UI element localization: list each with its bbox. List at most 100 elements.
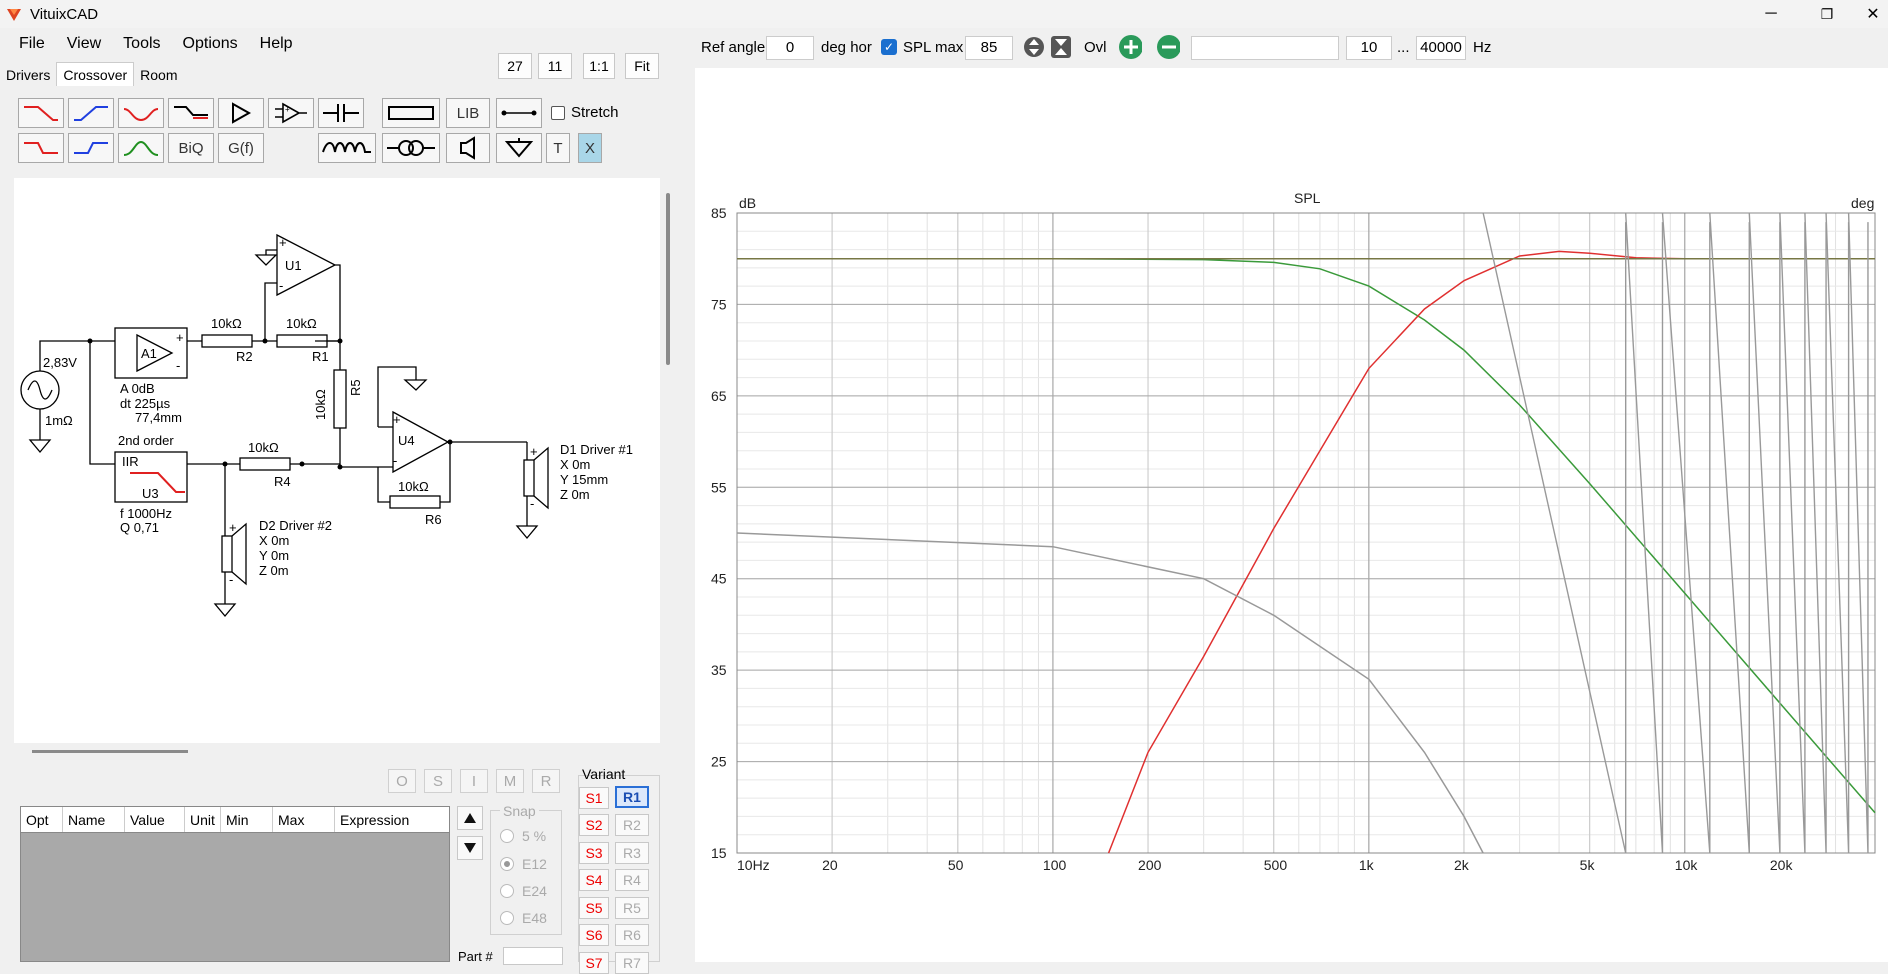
splitter-handle[interactable] xyxy=(32,750,188,753)
save-variant-s4[interactable]: S4 xyxy=(579,869,609,891)
ref-angle-input[interactable]: 0 xyxy=(766,36,814,60)
spl-max-checkbox[interactable]: ✓ xyxy=(881,39,897,55)
recall-variant-r2[interactable]: R2 xyxy=(615,814,649,836)
zoom-11-button[interactable]: 11 xyxy=(538,53,572,79)
buffer-button[interactable] xyxy=(218,98,264,128)
save-variant-s3[interactable]: S3 xyxy=(579,842,609,864)
opamp-button[interactable]: + xyxy=(268,98,314,128)
highpass-step-button[interactable] xyxy=(68,133,114,163)
remove-overlay-button[interactable] xyxy=(1156,35,1180,59)
r6-value-label: 10kΩ xyxy=(398,479,429,494)
menu-file[interactable]: File xyxy=(8,32,56,56)
snap-radio-e48[interactable] xyxy=(500,911,514,925)
phase-trace xyxy=(1825,212,1850,854)
tab-room[interactable]: Room xyxy=(134,64,183,86)
inductor-button[interactable] xyxy=(318,133,376,163)
move-up-button[interactable] xyxy=(457,806,483,830)
spl-max-input[interactable]: 85 xyxy=(965,36,1013,60)
resistor-button[interactable] xyxy=(382,98,440,128)
opt-i-button[interactable]: I xyxy=(460,769,488,793)
save-variant-s5[interactable]: S5 xyxy=(579,897,609,919)
capacitor-button[interactable] xyxy=(318,98,364,128)
minimize-button[interactable]: ─ xyxy=(1748,0,1794,28)
snap-radio-5pct[interactable] xyxy=(500,829,514,843)
triangle-up-icon xyxy=(464,813,476,823)
col-unit[interactable]: Unit xyxy=(185,807,221,832)
restore-button[interactable]: ❐ xyxy=(1804,0,1850,28)
snap-option-5pct[interactable]: 5 % xyxy=(500,828,546,844)
recall-variant-r3[interactable]: R3 xyxy=(615,842,649,864)
lowpass-icon xyxy=(24,106,58,121)
close-button[interactable]: ✕ xyxy=(1850,0,1888,28)
ground-button[interactable] xyxy=(496,133,542,163)
menu-options[interactable]: Options xyxy=(172,32,249,56)
zoom-fit-button[interactable]: Fit xyxy=(625,53,659,79)
menu-help[interactable]: Help xyxy=(249,32,304,56)
tab-crossover[interactable]: Crossover xyxy=(56,62,135,86)
snap-radio-e12[interactable] xyxy=(500,857,514,871)
highpass-blue-button[interactable] xyxy=(68,98,114,128)
delete-tool-button[interactable]: X xyxy=(578,133,602,163)
optimizer-table[interactable]: Opt Name Value Unit Min Max Expression xyxy=(20,806,450,962)
stretch-checkbox[interactable] xyxy=(551,105,565,120)
wire-button[interactable] xyxy=(496,98,542,128)
driver-button[interactable] xyxy=(446,133,490,163)
opt-r-button[interactable]: R xyxy=(532,769,560,793)
add-overlay-button[interactable] xyxy=(1118,35,1142,59)
opt-o-button[interactable]: O xyxy=(388,769,416,793)
snap-5pct-label: 5 % xyxy=(522,828,547,844)
wire-icon xyxy=(501,110,537,116)
part-number-input[interactable] xyxy=(503,947,563,965)
recall-variant-r1[interactable]: R1 xyxy=(615,786,649,808)
schematic-svg[interactable]: 2,83V 1mΩ A1 + - A 0dB dt 225µs 77,4mm 1… xyxy=(14,178,660,743)
snap-radio-e24[interactable] xyxy=(500,884,514,898)
recall-variant-r4[interactable]: R4 xyxy=(615,869,649,891)
spl-updown-button[interactable] xyxy=(1022,35,1046,59)
stretch-option[interactable]: Stretch xyxy=(551,104,619,121)
spl-chart-svg[interactable]: 10Hz 20 50 100 200 500 1k 2k 5k 10k 20k 85 75 65 55 45 3… xyxy=(695,180,1888,880)
freq-min-input[interactable]: 10 xyxy=(1346,36,1392,60)
biquad-button[interactable]: BiQ xyxy=(168,133,214,163)
schematic-canvas[interactable]: 2,83V 1mΩ A1 + - A 0dB dt 225µs 77,4mm 1… xyxy=(14,178,660,743)
opt-m-button[interactable]: M xyxy=(496,769,524,793)
menu-view[interactable]: View xyxy=(56,32,112,56)
snap-option-e48[interactable]: E48 xyxy=(500,910,547,926)
save-variant-s7[interactable]: S7 xyxy=(579,952,609,974)
spl-fit-button[interactable] xyxy=(1049,35,1073,59)
col-name[interactable]: Name xyxy=(63,807,125,832)
recall-variant-r6[interactable]: R6 xyxy=(615,924,649,946)
transfer-function-button[interactable]: G(f) xyxy=(218,133,264,163)
overlay-name-input[interactable] xyxy=(1191,36,1339,60)
shelf-button[interactable] xyxy=(168,98,214,128)
col-max[interactable]: Max xyxy=(273,807,335,832)
text-tool-button[interactable]: T xyxy=(546,133,570,163)
deg-hor-label: deg hor xyxy=(821,39,872,56)
col-expression[interactable]: Expression xyxy=(335,807,449,832)
bandpass-red-button[interactable] xyxy=(118,98,164,128)
move-down-button[interactable] xyxy=(457,836,483,860)
lowpass-red-button[interactable] xyxy=(18,98,64,128)
lowpass-step-button[interactable] xyxy=(18,133,64,163)
opt-s-button[interactable]: S xyxy=(424,769,452,793)
u3-q-label: Q 0,71 xyxy=(120,520,159,535)
zoom-27-button[interactable]: 27 xyxy=(498,53,532,79)
recall-variant-r5[interactable]: R5 xyxy=(615,897,649,919)
schematic-vertical-scrollbar[interactable] xyxy=(666,193,670,365)
freq-max-input[interactable]: 40000 xyxy=(1416,36,1466,60)
spl-chart[interactable]: 10Hz 20 50 100 200 500 1k 2k 5k 10k 20k 85 75 65 55 45 3… xyxy=(695,180,1888,880)
col-opt[interactable]: Opt xyxy=(21,807,63,832)
col-value[interactable]: Value xyxy=(125,807,185,832)
save-variant-s2[interactable]: S2 xyxy=(579,814,609,836)
library-button[interactable]: LIB xyxy=(446,98,490,128)
bandpass-green-button[interactable] xyxy=(118,133,164,163)
save-variant-s1[interactable]: S1 xyxy=(579,787,609,809)
col-min[interactable]: Min xyxy=(221,807,273,832)
snap-option-e24[interactable]: E24 xyxy=(500,883,547,899)
tab-drivers[interactable]: Drivers xyxy=(0,64,56,86)
recall-variant-r7[interactable]: R7 xyxy=(615,952,649,974)
menu-tools[interactable]: Tools xyxy=(112,32,171,56)
transformer-button[interactable] xyxy=(382,133,440,163)
snap-option-e12[interactable]: E12 xyxy=(500,856,547,872)
zoom-1to1-button[interactable]: 1:1 xyxy=(583,53,615,79)
save-variant-s6[interactable]: S6 xyxy=(579,924,609,946)
